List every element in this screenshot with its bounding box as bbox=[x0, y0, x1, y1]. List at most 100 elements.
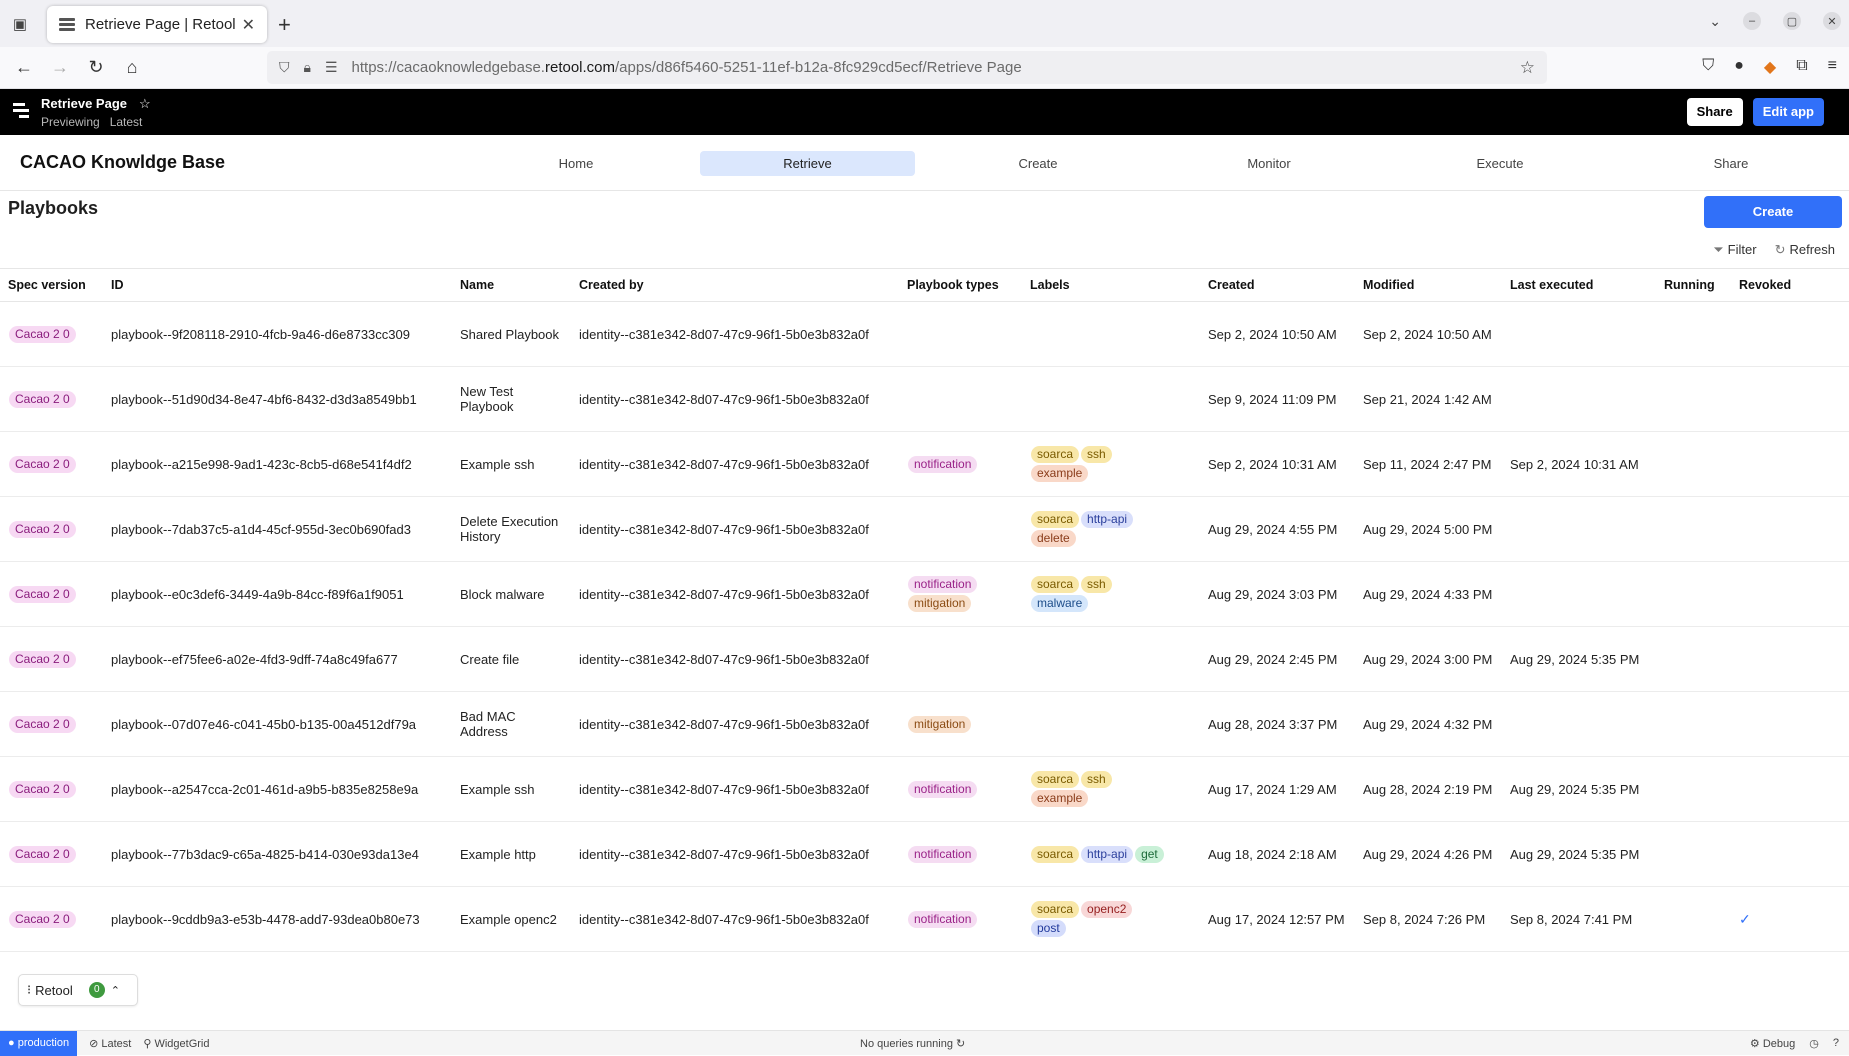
last-executed-date: Sep 2, 2024 10:31 AM bbox=[1510, 456, 1639, 472]
table-row[interactable]: Cacao 2 0 playbook--07d07e46-c041-45b0-b1… bbox=[0, 691, 1849, 757]
created-by: identity--c381e342-8d07-47c9-96f1-5b0e3b… bbox=[579, 846, 869, 862]
lock-icon[interactable]: 🔒︎ bbox=[304, 59, 311, 76]
column-header[interactable]: Name bbox=[452, 268, 571, 302]
column-header[interactable]: Created bbox=[1200, 268, 1355, 302]
minimize-icon[interactable]: – bbox=[1743, 12, 1761, 30]
nav-home[interactable]: Home bbox=[500, 151, 652, 176]
table-row[interactable]: Cacao 2 0 playbook--9cddb9a3-e53b-4478-ad… bbox=[0, 886, 1849, 952]
cell-name: Block malware bbox=[452, 561, 571, 627]
share-app-button[interactable]: Share bbox=[1686, 98, 1743, 126]
retool-logo-icon[interactable] bbox=[13, 103, 29, 121]
table-row[interactable]: Cacao 2 0 playbook--7dab37c5-a1d4-45cf-95… bbox=[0, 496, 1849, 562]
table-row[interactable]: Cacao 2 0 playbook--a2547cca-2c01-461d-a9… bbox=[0, 756, 1849, 822]
cell-revoked bbox=[1731, 821, 1849, 887]
nav-monitor[interactable]: Monitor bbox=[1193, 151, 1345, 176]
environment-badge[interactable]: ● production bbox=[0, 1030, 78, 1056]
cell-name: Bad MAC Address bbox=[452, 691, 571, 757]
cell-revoked bbox=[1731, 431, 1849, 497]
cell-revoked bbox=[1731, 301, 1849, 367]
edit-app-button[interactable]: Edit app bbox=[1752, 98, 1824, 126]
created-date: Sep 2, 2024 10:31 AM bbox=[1208, 456, 1337, 472]
help-icon[interactable]: ? bbox=[1833, 1037, 1839, 1050]
column-header[interactable]: Modified bbox=[1355, 268, 1502, 302]
playbook-id: playbook--07d07e46-c041-45b0-b135-00a451… bbox=[111, 716, 417, 732]
maximize-icon[interactable]: ▢ bbox=[1783, 12, 1801, 30]
modified-date: Sep 11, 2024 2:47 PM bbox=[1363, 456, 1492, 472]
column-header[interactable]: Labels bbox=[1022, 268, 1200, 302]
column-header[interactable]: ID bbox=[103, 268, 452, 302]
version-tag[interactable]: ⊘ Latest bbox=[89, 1037, 131, 1050]
modified-date: Aug 29, 2024 5:00 PM bbox=[1363, 521, 1493, 537]
create-playbook-button[interactable]: Create bbox=[1704, 196, 1842, 228]
debug-button[interactable]: ⚙ Debug bbox=[1750, 1037, 1795, 1050]
widget-grid[interactable]: ⚲ WidgetGrid bbox=[143, 1037, 209, 1050]
nav-share[interactable]: Share bbox=[1655, 151, 1807, 176]
metamask-icon[interactable]: ◆ bbox=[1764, 57, 1776, 77]
chevron-up-icon[interactable]: ⌃ bbox=[111, 984, 120, 997]
table-row[interactable]: Cacao 2 0 playbook--9f208118-2910-4fcb-9a… bbox=[0, 301, 1849, 367]
cell-last-executed: Aug 29, 2024 5:35 PM bbox=[1502, 821, 1656, 887]
created-date: Aug 17, 2024 12:57 PM bbox=[1208, 911, 1345, 927]
nav-execute[interactable]: Execute bbox=[1424, 151, 1576, 176]
playbook-id: playbook--a215e998-9ad1-423c-8cb5-d68e54… bbox=[111, 456, 412, 472]
column-header[interactable]: Spec version bbox=[0, 268, 103, 302]
filter-button[interactable]: ⏷ Filter bbox=[1713, 242, 1756, 258]
revoked-check-icon: ✓ bbox=[1739, 910, 1751, 927]
table-row[interactable]: Cacao 2 0 playbook--a215e998-9ad1-423c-8c… bbox=[0, 431, 1849, 497]
forward-icon[interactable]: → bbox=[42, 57, 78, 78]
history-icon[interactable]: ◷ bbox=[1809, 1037, 1819, 1050]
column-header[interactable]: Created by bbox=[571, 268, 899, 302]
table-row[interactable]: Cacao 2 0 playbook--77b3dac9-c65a-4825-b4… bbox=[0, 821, 1849, 887]
account-icon[interactable]: ● bbox=[1734, 57, 1744, 77]
back-icon[interactable]: ← bbox=[6, 57, 42, 78]
pocket-icon[interactable]: ⛉ bbox=[1702, 57, 1714, 77]
table-row[interactable]: Cacao 2 0 playbook--51d90d34-8e47-4bf6-84… bbox=[0, 366, 1849, 432]
created-by: identity--c381e342-8d07-47c9-96f1-5b0e3b… bbox=[579, 586, 869, 602]
permissions-icon[interactable]: ☰ bbox=[325, 59, 338, 76]
tab-list-icon[interactable]: ▣ bbox=[0, 0, 40, 47]
retool-badge-icon: ⁝ bbox=[27, 982, 32, 997]
cell-spec: Cacao 2 0 bbox=[0, 886, 103, 952]
favorite-star-icon[interactable]: ☆ bbox=[139, 96, 151, 112]
nav-create[interactable]: Create bbox=[962, 151, 1114, 176]
playbook-type-tag: mitigation bbox=[908, 715, 972, 733]
new-tab-icon[interactable]: + bbox=[278, 12, 291, 38]
cell-modified: Aug 28, 2024 2:19 PM bbox=[1355, 756, 1502, 822]
table-row[interactable]: Cacao 2 0 playbook--e0c3def6-3449-4a9b-84… bbox=[0, 561, 1849, 627]
column-header[interactable]: Last executed bbox=[1502, 268, 1656, 302]
column-header[interactable]: Playbook types bbox=[899, 268, 1022, 302]
cell-modified: Sep 8, 2024 7:26 PM bbox=[1355, 886, 1502, 952]
created-by: identity--c381e342-8d07-47c9-96f1-5b0e3b… bbox=[579, 716, 869, 732]
cell-running bbox=[1656, 431, 1731, 497]
home-icon[interactable]: ⌂ bbox=[114, 57, 150, 78]
retool-badge[interactable]: ⁝ Retool 0 ⌃ bbox=[18, 974, 138, 1006]
cell-running bbox=[1656, 626, 1731, 692]
app-title: Retrieve Page bbox=[41, 96, 127, 111]
modified-date: Aug 28, 2024 2:19 PM bbox=[1363, 781, 1493, 797]
close-window-icon[interactable]: ✕ bbox=[1823, 12, 1841, 30]
created-by: identity--c381e342-8d07-47c9-96f1-5b0e3b… bbox=[579, 651, 869, 667]
browser-tab[interactable]: Retrieve Page | Retool ✕ bbox=[47, 6, 267, 43]
cell-labels: soarca http-api get bbox=[1022, 821, 1200, 887]
bookmark-star-icon[interactable]: ☆ bbox=[1520, 58, 1535, 78]
column-header[interactable]: Running bbox=[1656, 268, 1731, 302]
url-bar[interactable]: ⛉ 🔒︎ ☰ https://cacaoknowledgebase.retool… bbox=[267, 51, 1547, 84]
extensions-icon[interactable]: ⧉ bbox=[1796, 57, 1807, 77]
nav-retrieve[interactable]: Retrieve bbox=[700, 151, 915, 176]
cell-modified: Aug 29, 2024 4:33 PM bbox=[1355, 561, 1502, 627]
refresh-button[interactable]: ↻ Refresh bbox=[1775, 242, 1835, 258]
cell-created: Sep 9, 2024 11:09 PM bbox=[1200, 366, 1355, 432]
playbook-id: playbook--77b3dac9-c65a-4825-b414-030e93… bbox=[111, 846, 419, 862]
app-version[interactable]: Latest bbox=[110, 115, 143, 129]
column-header[interactable]: Revoked bbox=[1731, 268, 1849, 302]
menu-icon[interactable]: ≡ bbox=[1828, 57, 1837, 77]
reload-icon[interactable]: ↻ bbox=[78, 57, 114, 78]
table-row[interactable]: Cacao 2 0 playbook--ef75fee6-a02e-4fd3-9d… bbox=[0, 626, 1849, 692]
tab-overflow-icon[interactable]: ⌄ bbox=[1709, 13, 1721, 30]
created-by: identity--c381e342-8d07-47c9-96f1-5b0e3b… bbox=[579, 781, 869, 797]
playbook-name: Block malware bbox=[460, 586, 545, 602]
cell-created: Sep 2, 2024 10:50 AM bbox=[1200, 301, 1355, 367]
close-tab-icon[interactable]: ✕ bbox=[242, 15, 255, 35]
shield-icon[interactable]: ⛉ bbox=[279, 59, 290, 76]
cell-id: playbook--7dab37c5-a1d4-45cf-955d-3ec0b6… bbox=[103, 496, 452, 562]
